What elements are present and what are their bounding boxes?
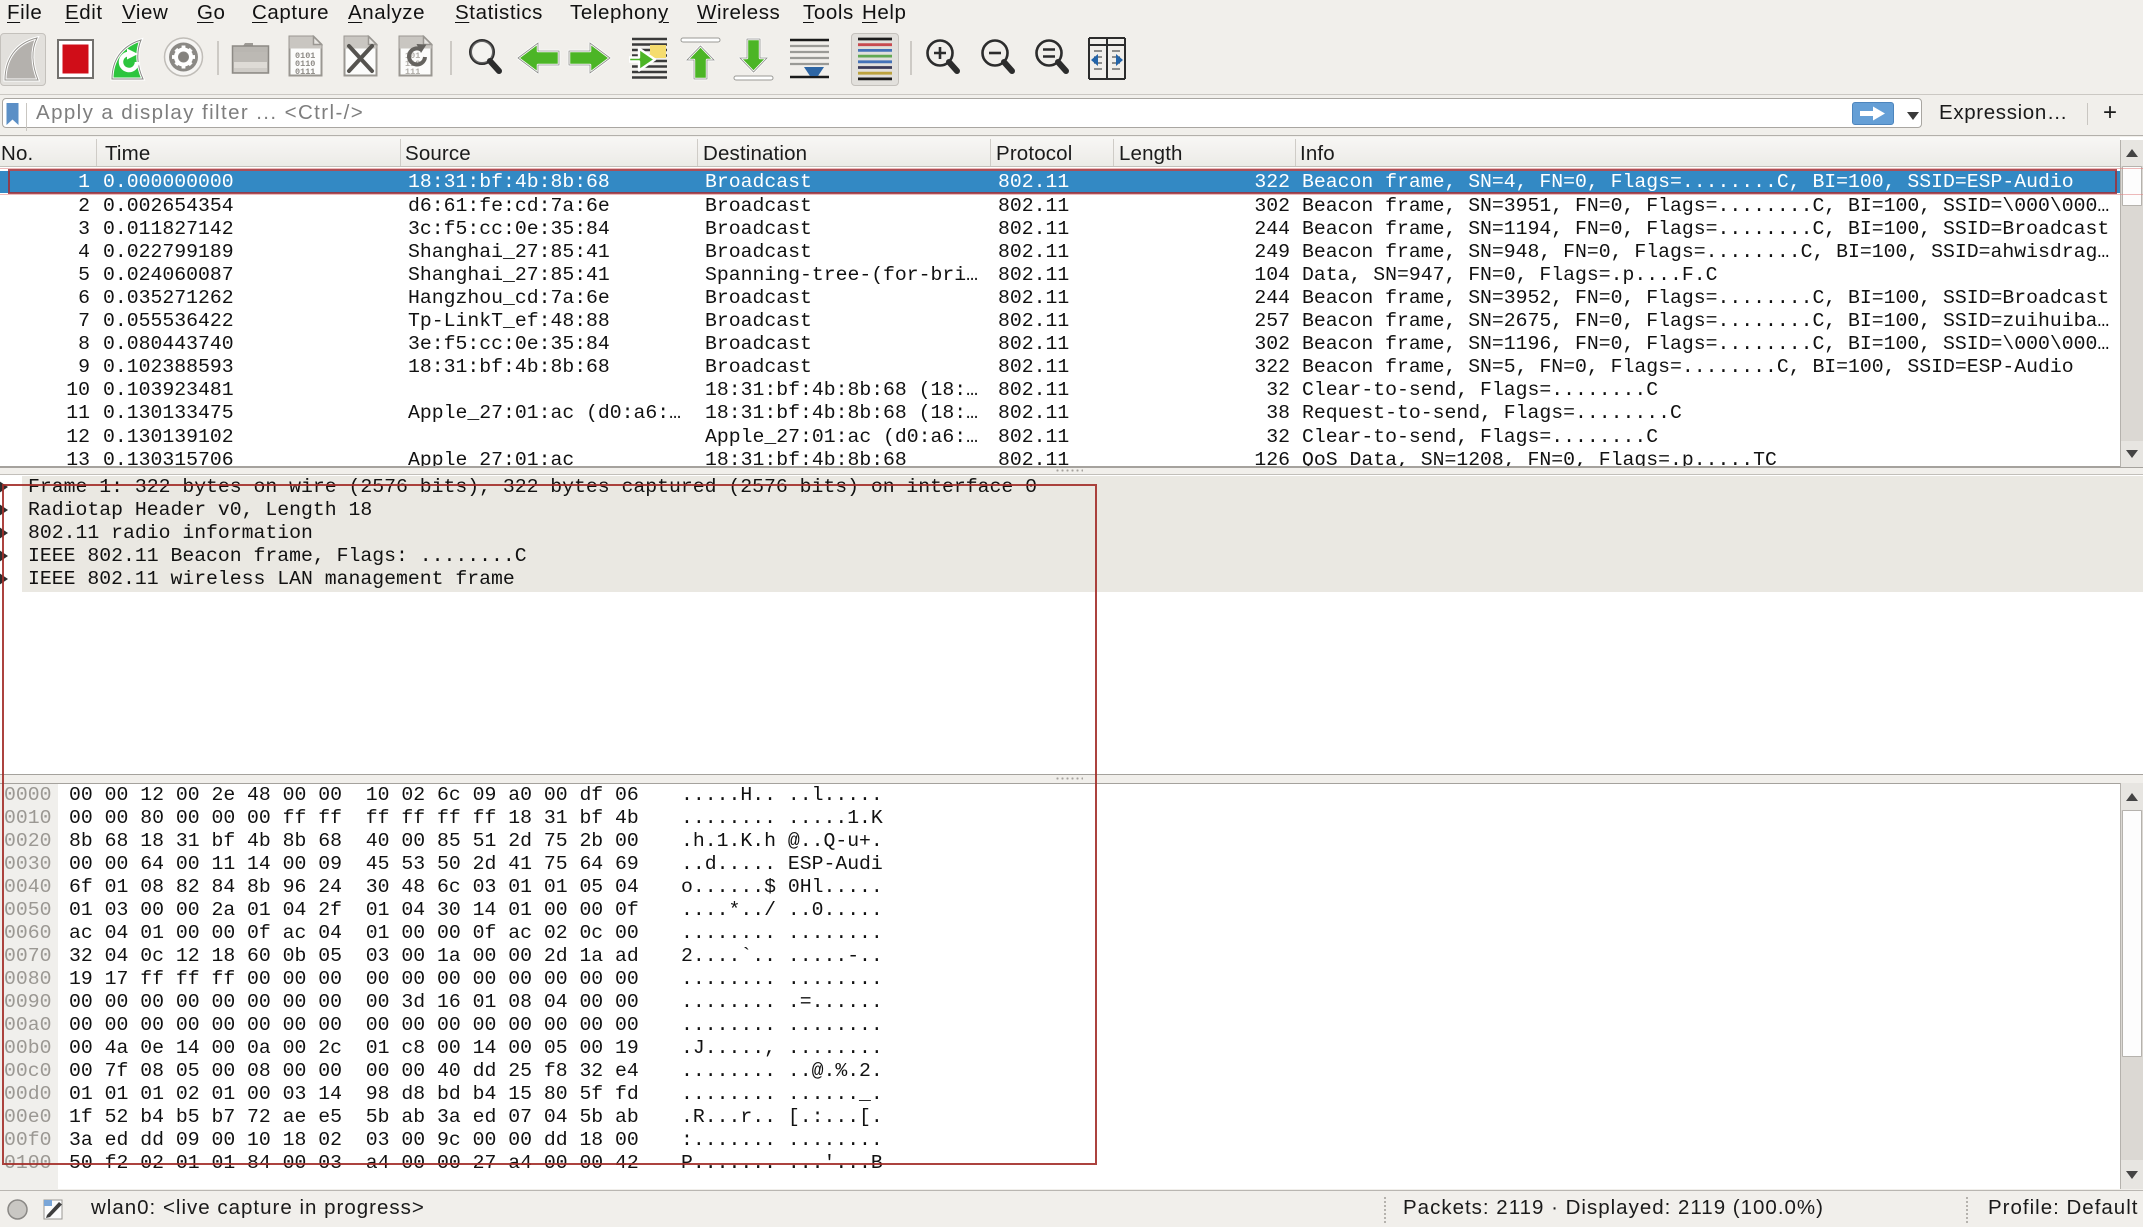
svg-text:0111: 0111 bbox=[295, 67, 315, 77]
svg-text:111: 111 bbox=[405, 67, 420, 77]
